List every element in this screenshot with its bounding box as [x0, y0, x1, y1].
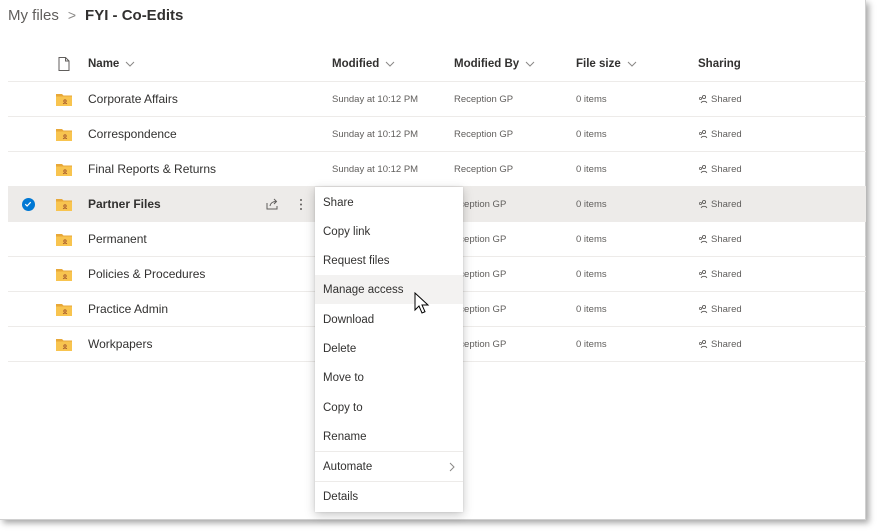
sharing-status[interactable]: Shared [698, 257, 742, 291]
context-menu: Share Copy link Request files Manage acc… [315, 187, 463, 512]
sharing-label: Shared [711, 233, 742, 245]
modified-date: Sunday at 10:12 PM [332, 93, 419, 105]
file-size: 0 items [576, 163, 607, 175]
sharing-label: Shared [711, 303, 742, 315]
column-header-sharing[interactable]: Sharing [698, 46, 741, 81]
checkmark-icon [21, 197, 35, 211]
people-icon [698, 269, 708, 279]
menu-item-details[interactable]: Details [315, 482, 463, 511]
share-icon[interactable] [262, 187, 282, 221]
folder-icon [54, 187, 74, 221]
menu-item-copy-link[interactable]: Copy link [315, 217, 463, 246]
sharing-label: Shared [711, 268, 742, 280]
file-size: 0 items [576, 93, 607, 105]
chevron-down-icon [627, 61, 637, 67]
file-name[interactable]: Partner Files [88, 187, 161, 221]
breadcrumb: My files > FYI - Co-Edits [8, 4, 183, 26]
folder-icon [54, 117, 74, 151]
file-name[interactable]: Permanent [88, 222, 147, 256]
column-header-modified-by[interactable]: Modified By [454, 46, 535, 81]
chevron-down-icon [525, 61, 535, 67]
sharing-status[interactable]: Shared [698, 82, 742, 116]
list-header-row: Name Modified Modified By File size Shar… [8, 46, 866, 82]
chevron-down-icon [125, 61, 135, 67]
mouse-cursor-icon [414, 292, 430, 314]
sharing-label: Shared [711, 93, 742, 105]
people-icon [698, 199, 708, 209]
folder-icon [54, 152, 74, 186]
sharing-label: Shared [711, 198, 742, 210]
column-header-file-size[interactable]: File size [576, 46, 637, 81]
sharing-label: Shared [711, 128, 742, 140]
sharing-status[interactable]: Shared [698, 187, 742, 221]
people-icon [698, 339, 708, 349]
column-header-name[interactable]: Name [88, 46, 135, 81]
table-row[interactable]: Corporate Affairs Sunday at 10:12 PM Rec… [8, 82, 866, 117]
sharing-status[interactable]: Shared [698, 327, 742, 361]
column-header-modified-by-label: Modified By [454, 57, 520, 70]
column-header-modified[interactable]: Modified [332, 46, 395, 81]
folder-icon [54, 82, 74, 116]
sharing-status[interactable]: Shared [698, 117, 742, 151]
menu-item-share[interactable]: Share [315, 188, 463, 217]
chevron-down-icon [385, 61, 395, 67]
column-header-modified-label: Modified [332, 57, 380, 70]
file-size: 0 items [576, 128, 607, 140]
breadcrumb-separator: > [67, 7, 77, 23]
people-icon [698, 164, 708, 174]
menu-item-request-files[interactable]: Request files [315, 246, 463, 275]
column-header-name-label: Name [88, 57, 120, 70]
file-size: 0 items [576, 338, 607, 350]
more-options-icon[interactable] [291, 187, 311, 221]
table-row[interactable]: Final Reports & Returns Sunday at 10:12 … [8, 152, 866, 187]
sharing-label: Shared [711, 163, 742, 175]
people-icon [698, 234, 708, 244]
modified-by: Reception GP [454, 93, 514, 105]
sharing-status[interactable]: Shared [698, 152, 742, 186]
folder-icon [54, 327, 74, 361]
file-name[interactable]: Corporate Affairs [88, 82, 178, 116]
document-icon[interactable] [54, 46, 74, 81]
column-header-sharing-label: Sharing [698, 57, 741, 70]
menu-item-delete[interactable]: Delete [315, 334, 463, 363]
folder-icon [54, 222, 74, 256]
menu-item-manage-access[interactable]: Manage access [315, 275, 463, 304]
sharing-label: Shared [711, 338, 742, 350]
menu-item-automate[interactable]: Automate [315, 452, 463, 481]
file-name[interactable]: Practice Admin [88, 292, 168, 326]
file-size: 0 items [576, 268, 607, 280]
breadcrumb-current-folder: FYI - Co-Edits [85, 6, 184, 24]
file-name[interactable]: Correspondence [88, 117, 177, 151]
modified-by: Reception GP [454, 128, 514, 140]
breadcrumb-my-files[interactable]: My files [8, 7, 59, 24]
menu-item-copy-to[interactable]: Copy to [315, 393, 463, 422]
file-name[interactable]: Workpapers [88, 327, 152, 361]
file-size: 0 items [576, 198, 607, 210]
folder-icon [54, 292, 74, 326]
table-row[interactable]: Correspondence Sunday at 10:12 PM Recept… [8, 117, 866, 152]
file-name[interactable]: Policies & Procedures [88, 257, 205, 291]
file-size: 0 items [576, 233, 607, 245]
people-icon [698, 304, 708, 314]
sharing-status[interactable]: Shared [698, 222, 742, 256]
file-size: 0 items [576, 303, 607, 315]
menu-item-automate-label: Automate [323, 460, 373, 473]
menu-item-download[interactable]: Download [315, 305, 463, 334]
people-icon [698, 94, 708, 104]
modified-date: Sunday at 10:12 PM [332, 128, 419, 140]
file-explorer-window: My files > FYI - Co-Edits Name Modified … [0, 0, 866, 520]
file-name[interactable]: Final Reports & Returns [88, 152, 216, 186]
modified-by: Reception GP [454, 163, 514, 175]
modified-date: Sunday at 10:12 PM [332, 163, 419, 175]
sharing-status[interactable]: Shared [698, 292, 742, 326]
menu-item-rename[interactable]: Rename [315, 422, 463, 451]
column-header-file-size-label: File size [576, 57, 621, 70]
row-checkbox[interactable] [18, 187, 38, 221]
chevron-right-icon [449, 462, 455, 472]
menu-item-move-to[interactable]: Move to [315, 363, 463, 392]
folder-icon [54, 257, 74, 291]
people-icon [698, 129, 708, 139]
